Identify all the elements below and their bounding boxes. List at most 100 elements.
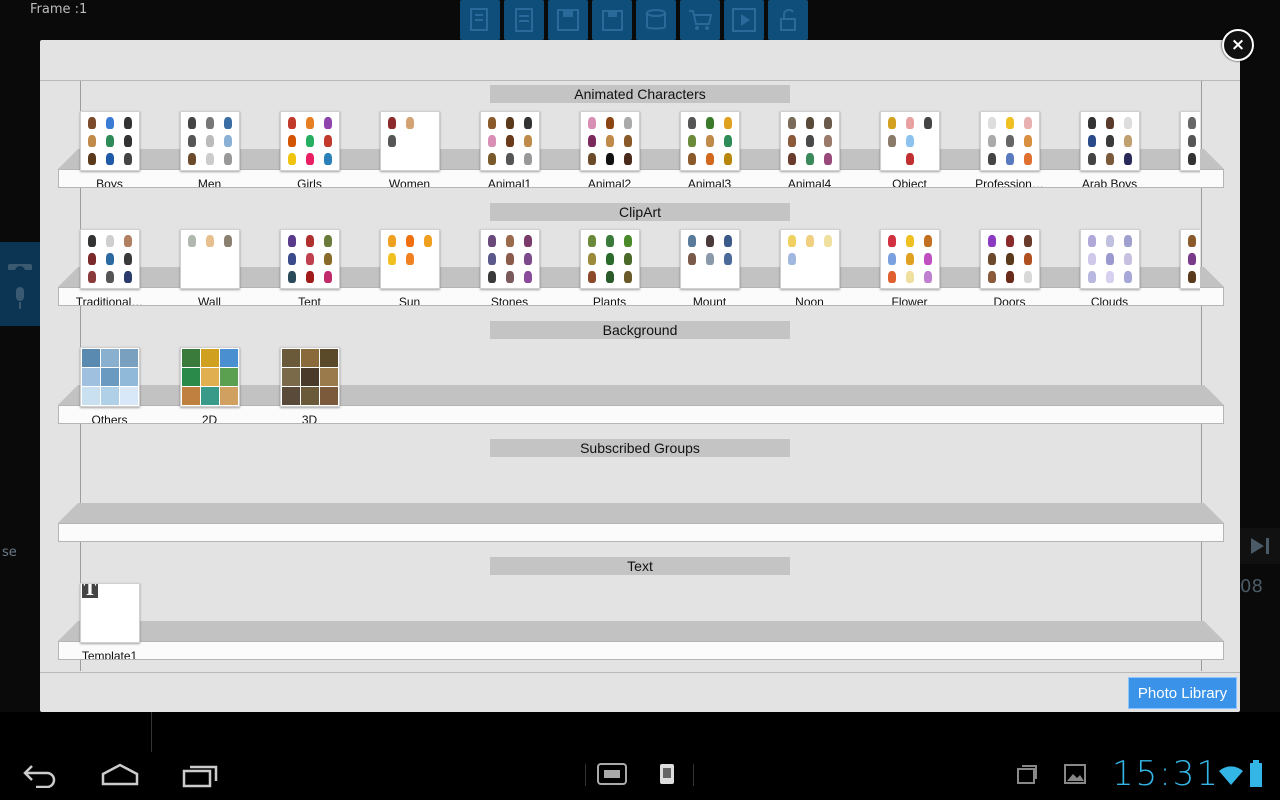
item-label: Tent [298, 295, 321, 305]
item-label: Stones [490, 295, 529, 305]
background-toolbar [460, 0, 812, 40]
item-thumbnail[interactable] [980, 111, 1040, 171]
library-item[interactable]: Arab Boys [1058, 103, 1158, 187]
play-icon[interactable] [724, 0, 764, 40]
library-item[interactable]: Noon [758, 221, 858, 305]
save-as-icon[interactable] [592, 0, 632, 40]
back-icon[interactable] [22, 762, 58, 792]
item-thumbnail[interactable] [1080, 111, 1140, 171]
item-thumbnail[interactable] [480, 111, 540, 171]
item-label: Men [197, 177, 222, 187]
library-item[interactable]: C [1158, 221, 1200, 305]
library-item[interactable]: Profession… [958, 103, 1058, 187]
section-text: Text T Template1 [58, 557, 1224, 663]
item-thumbnail[interactable] [80, 111, 140, 171]
app-icon[interactable] [659, 762, 675, 790]
library-item[interactable]: Ara [1158, 103, 1200, 187]
item-thumbnail[interactable] [1180, 111, 1200, 171]
item-label: Animal1 [487, 177, 532, 187]
side-number: 08 [1240, 575, 1263, 597]
item-thumbnail[interactable] [780, 111, 840, 171]
item-thumbnail[interactable] [180, 347, 240, 407]
library-item[interactable]: 3D [258, 339, 358, 423]
library-item[interactable]: Tent [258, 221, 358, 305]
library-item[interactable]: Plants [558, 221, 658, 305]
library-item[interactable]: Sun [358, 221, 458, 305]
library-item[interactable]: Clouds [1058, 221, 1158, 305]
item-thumbnail[interactable] [280, 229, 340, 289]
item-label: Object [892, 177, 927, 187]
cart-icon[interactable] [680, 0, 720, 40]
library-item[interactable]: 2D [158, 339, 258, 423]
library-item[interactable]: Mount [658, 221, 758, 305]
item-thumbnail[interactable] [580, 229, 640, 289]
section-clipart: ClipArt Traditional… Wall Tent Sun Stones Plan… [58, 203, 1224, 309]
library-item[interactable]: Animal3 [658, 103, 758, 187]
item-thumbnail[interactable] [580, 111, 640, 171]
library-item[interactable]: Animal2 [558, 103, 658, 187]
library-item[interactable]: Traditional… [58, 221, 158, 305]
library-item[interactable]: Animal1 [458, 103, 558, 187]
item-thumbnail[interactable] [280, 347, 340, 407]
item-label: Noon [795, 295, 824, 305]
item-label: Animal2 [587, 177, 632, 187]
item-thumbnail[interactable] [880, 111, 940, 171]
library-item[interactable]: Boys [58, 103, 158, 187]
background-bottom-bar [0, 712, 1280, 752]
item-label: Ara [1158, 177, 1200, 187]
item-label: Arab Boys [1081, 177, 1138, 187]
screen-icon[interactable] [597, 762, 627, 790]
item-label: Profession… [975, 177, 1044, 187]
item-thumbnail[interactable] [1180, 229, 1200, 289]
item-thumbnail[interactable] [1080, 229, 1140, 289]
section-title: Animated Characters [490, 85, 790, 103]
item-label: C [1158, 295, 1200, 305]
item-thumbnail[interactable] [380, 111, 440, 171]
item-label: Template1 [81, 649, 138, 659]
side-text: se [2, 545, 17, 560]
library-item[interactable]: Doors [958, 221, 1058, 305]
library-item[interactable]: Men [158, 103, 258, 187]
item-thumbnail[interactable] [80, 229, 140, 289]
close-button[interactable]: × [1222, 29, 1254, 61]
photo-library-button[interactable]: Photo Library [1128, 677, 1237, 709]
library-item[interactable]: Others [58, 339, 158, 423]
wifi-icon [1218, 764, 1244, 790]
save-icon[interactable] [548, 0, 588, 40]
library-item[interactable]: Flower [858, 221, 958, 305]
home-icon[interactable] [100, 762, 140, 792]
library-item[interactable]: Women [358, 103, 458, 187]
item-thumbnail[interactable] [380, 229, 440, 289]
library-item[interactable]: Object [858, 103, 958, 187]
skip-end-icon[interactable] [1240, 528, 1280, 564]
item-thumbnail[interactable] [680, 229, 740, 289]
text-template-thumbnail[interactable]: T [80, 583, 140, 643]
library-item[interactable]: Girls [258, 103, 358, 187]
item-label: Flower [891, 295, 928, 305]
item-thumbnail[interactable] [180, 229, 240, 289]
system-status-bar: 15:31 [0, 752, 1280, 800]
item-thumbnail[interactable] [980, 229, 1040, 289]
item-thumbnail[interactable] [780, 229, 840, 289]
item-label: Traditional… [75, 295, 144, 305]
new-doc-icon[interactable] [504, 0, 544, 40]
microphone-icon[interactable] [0, 270, 40, 326]
item-thumbnail[interactable] [880, 229, 940, 289]
item-label: 2D [201, 413, 218, 423]
unlock-icon[interactable] [768, 0, 808, 40]
item-label: Animal3 [687, 177, 732, 187]
library-item[interactable]: Stones [458, 221, 558, 305]
library-item[interactable]: Wall [158, 221, 258, 305]
item-label: Animal4 [787, 177, 832, 187]
library-item[interactable]: Animal4 [758, 103, 858, 187]
edit-doc-icon[interactable] [460, 0, 500, 40]
library-item[interactable]: T Template1 [58, 575, 158, 659]
recent-apps-icon[interactable] [182, 762, 220, 792]
item-thumbnail[interactable] [80, 347, 140, 407]
item-thumbnail[interactable] [480, 229, 540, 289]
section-animated-characters: Animated Characters Boys Men Girls Women Anim… [58, 85, 1224, 191]
item-thumbnail[interactable] [280, 111, 340, 171]
item-thumbnail[interactable] [680, 111, 740, 171]
item-thumbnail[interactable] [180, 111, 240, 171]
database-icon[interactable] [636, 0, 676, 40]
